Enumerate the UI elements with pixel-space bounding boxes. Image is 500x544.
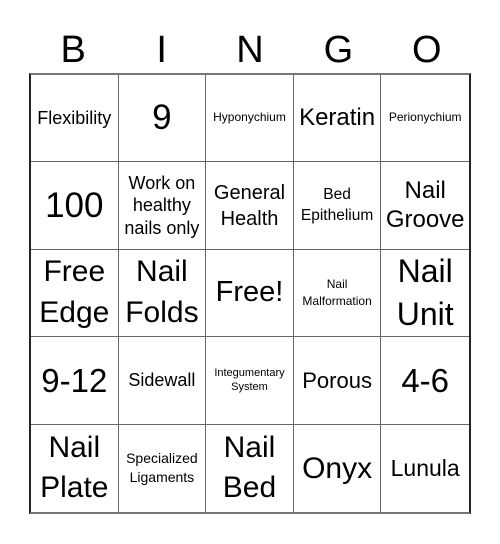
bingo-cell[interactable]: Nail Plate	[31, 424, 119, 512]
bingo-cell[interactable]: Bed Epithelium	[293, 162, 382, 250]
bingo-cell[interactable]: Free!	[206, 249, 294, 338]
bingo-cell[interactable]: Nail Folds	[118, 249, 207, 338]
bingo-cell[interactable]: Keratin	[293, 75, 382, 163]
bingo-cell[interactable]: Lunula	[381, 425, 469, 512]
header-letter-b: B	[60, 29, 86, 71]
bingo-cell[interactable]: Flexibility	[31, 75, 119, 163]
bingo-cell[interactable]: Nail Unit	[381, 250, 469, 338]
bingo-cell[interactable]: Nail Groove	[381, 162, 469, 250]
bingo-grid: Flexibility 9 Hyponychium Keratin Perion…	[29, 73, 471, 514]
bingo-cell[interactable]: Nail Bed	[206, 424, 294, 512]
bingo-cell[interactable]: Work on healthy nails only	[118, 162, 207, 250]
bingo-cell[interactable]: Free Edge	[31, 249, 119, 338]
bingo-cell[interactable]: 4-6	[381, 337, 469, 425]
header-letter-g: G	[323, 29, 354, 71]
bingo-cell[interactable]: Hyponychium	[206, 75, 294, 163]
bingo-cell[interactable]: Integumentary System	[206, 337, 294, 425]
header-letter-i: I	[156, 29, 167, 71]
bingo-cell[interactable]: Specialized Ligaments	[119, 424, 207, 512]
bingo-cell[interactable]: 9	[118, 75, 207, 163]
bingo-cell[interactable]: Nail Malformation	[293, 249, 382, 338]
bingo-header: B I N G O	[29, 28, 471, 72]
bingo-cell[interactable]: Onyx	[294, 424, 382, 512]
bingo-cell[interactable]: Perionychium	[381, 75, 469, 163]
bingo-cell[interactable]: Porous	[293, 337, 382, 425]
bingo-cell[interactable]: Sidewall	[118, 337, 207, 425]
header-letter-o: O	[412, 29, 442, 71]
bingo-cell[interactable]: 9-12	[31, 337, 119, 425]
header-letter-n: N	[236, 29, 264, 71]
bingo-cell[interactable]: General Health	[206, 162, 294, 250]
bingo-cell[interactable]: 100	[31, 162, 119, 250]
